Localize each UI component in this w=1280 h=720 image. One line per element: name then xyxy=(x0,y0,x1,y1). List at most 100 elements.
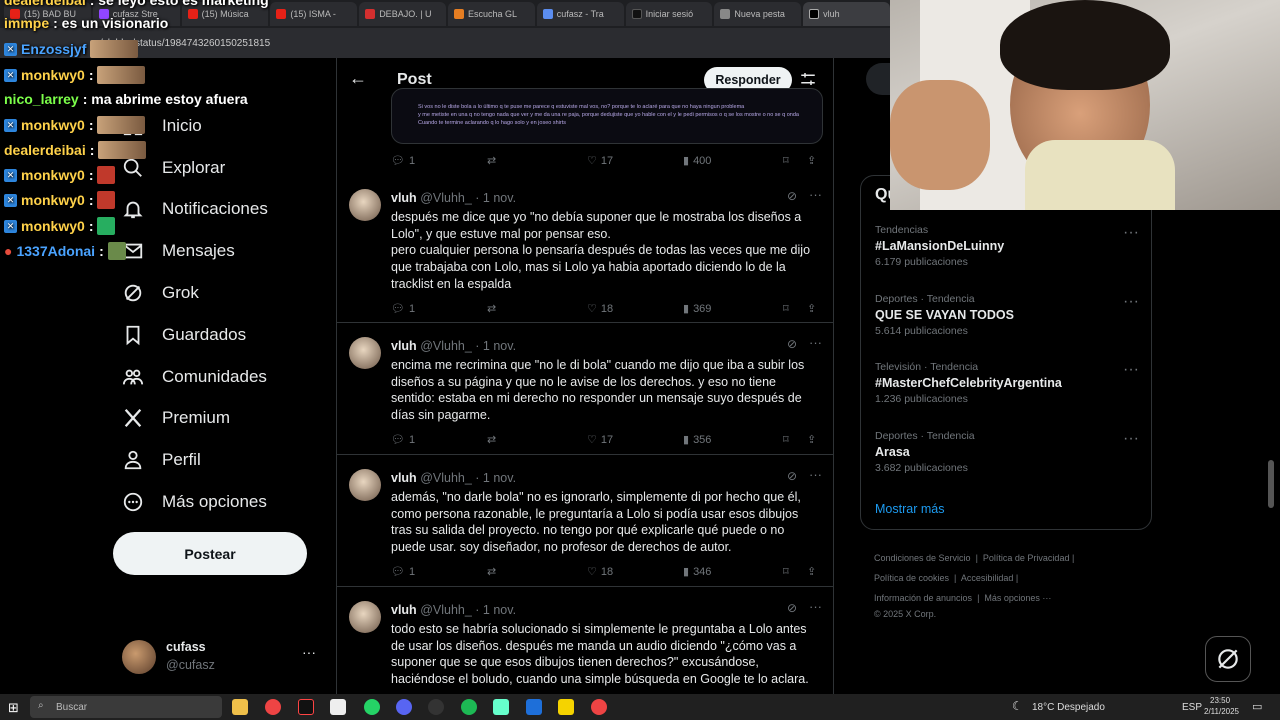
tweet-date[interactable]: 1 nov. xyxy=(483,471,516,485)
tweet[interactable]: vluh @Vluhh_ · 1 nov. ⊘ ··· encima me recri… xyxy=(337,323,833,455)
reply-action[interactable]: 💬︎ 1 xyxy=(391,154,415,168)
tweet-date[interactable]: 1 nov. xyxy=(483,603,516,617)
grok-icon[interactable]: ⊘ xyxy=(787,189,797,203)
language-indicator[interactable]: ESP xyxy=(1182,702,1202,713)
author-name[interactable]: vluh xyxy=(391,191,417,205)
back-arrow-icon[interactable]: ← xyxy=(349,68,367,89)
trend-item[interactable]: Deportes · Tendencia QUE SE VAYAN TODOS … xyxy=(875,293,1139,337)
tweet[interactable]: vluh @Vluhh_ · 1 nov. ⊘ ··· después me dice… xyxy=(337,175,833,323)
tweet[interactable]: vluh @Vluhh_ · 1 nov. ⊘ ··· todo esto se ha… xyxy=(337,587,833,694)
footer-link[interactable]: Política de cookies xyxy=(874,573,949,583)
app-icon[interactable] xyxy=(558,699,574,715)
author-handle[interactable]: @Vluhh_ xyxy=(420,191,472,205)
views-action[interactable]: ▮ 400 xyxy=(683,154,711,168)
app-icon[interactable] xyxy=(526,699,542,715)
like-action[interactable]: ♡ 17 xyxy=(587,433,613,447)
page-scrollbar[interactable] xyxy=(1268,460,1274,508)
tweet[interactable]: vluh @Vluhh_ · 1 nov. ⊘ ··· además, "no dar… xyxy=(337,455,833,587)
more-dots-icon[interactable]: ··· xyxy=(1123,224,1139,242)
post-button[interactable]: Postear xyxy=(113,532,307,575)
search-field[interactable] xyxy=(866,63,890,95)
spotify-icon[interactable] xyxy=(461,699,477,715)
quoted-media[interactable]: Si vos no le diste bola a lo último q te… xyxy=(391,88,823,144)
trend-item[interactable]: Tendencias #LaMansionDeLuinny 6.179 publ… xyxy=(875,224,1139,268)
bookmark-icon[interactable]: ⌑ xyxy=(783,433,789,446)
obs-icon[interactable] xyxy=(428,699,444,715)
avatar[interactable] xyxy=(349,337,381,369)
browser-tab-active[interactable]: vluh xyxy=(803,2,890,26)
share-icon[interactable]: ⇪ xyxy=(807,302,816,315)
file-explorer-icon[interactable] xyxy=(232,699,248,715)
bookmark-icon[interactable]: ⌑ xyxy=(783,154,789,167)
browser-tab[interactable]: Nueva pesta xyxy=(714,2,802,26)
notifications-icon[interactable]: ▭ xyxy=(1252,700,1262,713)
trend-item[interactable]: Deportes · Tendencia Arasa 3.682 publica… xyxy=(875,430,1139,474)
more-dots-icon[interactable]: ··· xyxy=(1123,361,1139,379)
more-dots-icon[interactable]: ··· xyxy=(302,644,316,660)
windows-start-icon[interactable]: ⊞ xyxy=(8,700,19,716)
more-dots-icon[interactable]: ··· xyxy=(809,467,822,482)
share-icon[interactable]: ⇪ xyxy=(807,565,816,578)
nav-perfil[interactable]: Perfil xyxy=(112,439,322,481)
clock-date[interactable]: 2/11/2025 xyxy=(1204,707,1239,716)
avatar[interactable] xyxy=(349,601,381,633)
retweet-icon[interactable]: ⇄ xyxy=(487,433,496,446)
nav-premium[interactable]: Premium xyxy=(112,398,322,440)
retweet-icon[interactable]: ⇄ xyxy=(487,565,496,578)
browser-tab[interactable]: (15) ISMA - xyxy=(270,2,358,26)
reply-action[interactable]: 💬︎ 1 xyxy=(391,302,415,316)
retweet-icon[interactable]: ⇄ xyxy=(487,302,496,315)
browser-tab[interactable]: cufasz - Tra xyxy=(536,2,624,26)
nav-comunidades[interactable]: Comunidades xyxy=(112,356,322,398)
trend-item[interactable]: Televisión · Tendencia #MasterChefCelebr… xyxy=(875,361,1139,405)
show-more-link[interactable]: Mostrar más xyxy=(875,502,944,516)
grok-fab-button[interactable] xyxy=(1205,636,1251,682)
more-dots-icon[interactable]: ··· xyxy=(1123,293,1139,311)
footer-link[interactable]: Información de anuncios xyxy=(874,593,972,603)
browser-tab[interactable]: Escucha GL xyxy=(447,2,535,26)
more-dots-icon[interactable]: ··· xyxy=(809,599,822,614)
taskbar-search[interactable]: ⌕ Buscar xyxy=(30,696,222,718)
bookmark-icon[interactable]: ⌑ xyxy=(783,302,789,315)
grok-icon[interactable]: ⊘ xyxy=(787,469,797,483)
more-dots-icon[interactable]: ··· xyxy=(1123,430,1139,448)
author-handle[interactable]: @Vluhh_ xyxy=(420,603,472,617)
like-action[interactable]: ♡ 17 xyxy=(587,154,613,168)
weather-text[interactable]: 18°C Despejado xyxy=(1032,702,1105,713)
share-icon[interactable]: ⇪ xyxy=(807,433,816,446)
footer-link[interactable]: Condiciones de Servicio xyxy=(874,553,971,563)
whatsapp-icon[interactable] xyxy=(364,699,380,715)
more-dots-icon[interactable]: ··· xyxy=(809,187,822,202)
reply-action[interactable]: 💬︎ 1 xyxy=(391,565,415,579)
nav-guardados[interactable]: Guardados xyxy=(112,314,322,356)
author-name[interactable]: vluh xyxy=(391,471,417,485)
footer-link[interactable]: Política de Privacidad xyxy=(983,553,1070,563)
author-handle[interactable]: @Vluhh_ xyxy=(420,339,472,353)
share-icon[interactable]: ⇪ xyxy=(807,154,816,167)
retweet-icon[interactable]: ⇄ xyxy=(487,154,496,167)
reply-action[interactable]: 💬︎ 1 xyxy=(391,433,415,447)
chrome-icon[interactable] xyxy=(591,699,607,715)
nav-mas-opciones[interactable]: Más opciones xyxy=(112,481,322,523)
footer-link[interactable]: Más opciones ··· xyxy=(984,593,1051,603)
discord-icon[interactable] xyxy=(396,699,412,715)
footer-link[interactable]: Accesibilidad xyxy=(961,573,1014,583)
views-action[interactable]: ▮ 356 xyxy=(683,433,711,447)
grok-icon[interactable]: ⊘ xyxy=(787,337,797,351)
tiktok-icon[interactable] xyxy=(298,699,314,715)
like-action[interactable]: ♡ 18 xyxy=(587,565,613,579)
tweet-date[interactable]: 1 nov. xyxy=(483,339,516,353)
avatar[interactable] xyxy=(349,189,381,221)
account-switcher[interactable]: cufass @cufasz ··· xyxy=(122,638,322,678)
app-icon[interactable] xyxy=(330,699,346,715)
chrome-icon[interactable] xyxy=(265,699,281,715)
views-action[interactable]: ▮ 369 xyxy=(683,302,711,316)
avatar[interactable] xyxy=(349,469,381,501)
more-dots-icon[interactable]: ··· xyxy=(809,335,822,350)
author-name[interactable]: vluh xyxy=(391,339,417,353)
clock-time[interactable]: 23:50 xyxy=(1210,696,1230,705)
tweet-date[interactable]: 1 nov. xyxy=(483,191,516,205)
author-name[interactable]: vluh xyxy=(391,603,417,617)
filter-icon[interactable] xyxy=(799,70,817,88)
views-action[interactable]: ▮ 346 xyxy=(683,565,711,579)
